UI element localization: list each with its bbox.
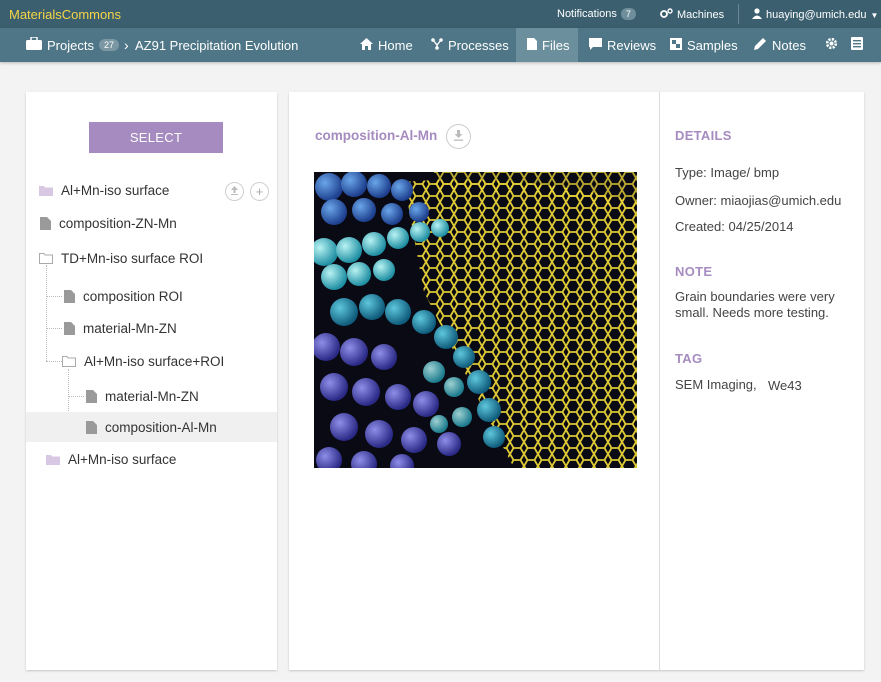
note-text: Grain boundaries were very small. Needs … (675, 289, 835, 320)
fork-icon (431, 37, 443, 53)
file-tree-panel: SELECT Al+Mn-iso surface + composition-Z… (26, 92, 277, 670)
top-divider (738, 4, 739, 24)
panel-divider (659, 92, 660, 670)
machines-link[interactable]: Machines (660, 8, 724, 22)
note-heading: NOTE (675, 264, 713, 279)
brand-logo[interactable]: MaterialsCommons (9, 7, 121, 22)
user-email: huaying@umich.edu (766, 9, 867, 21)
tree-item-file[interactable]: material-Mn-ZN (26, 313, 277, 343)
user-menu[interactable]: huaying@umich.edu ▼ (752, 8, 878, 22)
tree-item-file-selected[interactable]: composition-Al-Mn (26, 412, 277, 442)
pencil-icon (754, 37, 767, 53)
notifications-label: Notifications (557, 8, 617, 20)
nav-home-label: Home (378, 37, 413, 53)
details-heading: DETAILS (675, 128, 732, 143)
nav-files[interactable]: Files (516, 28, 578, 62)
top-bar: MaterialsCommons Notifications 7 Machine… (0, 0, 881, 28)
file-image (314, 172, 637, 468)
nav-processes-label: Processes (448, 37, 509, 53)
file-title: composition-Al-Mn (315, 128, 438, 143)
gears-icon (660, 8, 673, 22)
projects-link[interactable]: Projects 27 › (26, 28, 129, 62)
tree-item-file[interactable]: composition-ZN-Mn (26, 208, 277, 238)
tree-item-label: TD+Mn-iso surface ROI (61, 250, 204, 266)
nav-files-label: Files (542, 37, 570, 53)
nav-reviews-label: Reviews (607, 37, 657, 53)
nav-samples[interactable]: Samples (670, 28, 738, 62)
user-icon (752, 8, 762, 22)
tag-item[interactable]: We43 (768, 378, 802, 393)
file-icon (86, 420, 97, 434)
briefcase-icon (26, 36, 42, 53)
file-icon (64, 321, 75, 335)
notifications-link[interactable]: Notifications 7 (557, 8, 636, 20)
tree-item-label: composition-Al-Mn (105, 419, 217, 435)
home-icon (360, 37, 373, 53)
file-type: Type: Image/ bmp (675, 165, 780, 180)
tree-item-label: composition-ZN-Mn (59, 215, 177, 231)
tree-item-label: material-Mn-ZN (105, 388, 199, 404)
tree-item-folder[interactable]: TD+Mn-iso surface ROI (26, 243, 277, 273)
comment-icon (589, 37, 602, 53)
tree-item-file[interactable]: material-Mn-ZN (26, 381, 277, 411)
tree-item-file[interactable]: composition ROI (26, 281, 277, 311)
plus-icon: + (255, 184, 264, 199)
cube-icon (670, 37, 682, 53)
gear-icon (825, 37, 838, 53)
download-button[interactable] (446, 124, 471, 149)
list-menu-button[interactable] (851, 28, 863, 62)
upload-button[interactable] (225, 182, 244, 201)
projects-count-badge: 27 (98, 39, 119, 51)
file-icon (86, 389, 97, 403)
machines-label: Machines (677, 9, 725, 21)
file-icon (64, 289, 75, 303)
tree-item-label: material-Mn-ZN (83, 320, 177, 336)
breadcrumb-project[interactable]: AZ91 Precipitation Evolution (135, 28, 298, 62)
folder-open-icon (62, 355, 76, 367)
folder-icon (46, 454, 60, 465)
download-icon (453, 128, 464, 146)
list-icon (851, 37, 863, 53)
folder-open-icon (39, 252, 53, 264)
nav-home[interactable]: Home (360, 28, 413, 62)
nav-samples-label: Samples (687, 37, 738, 53)
nav-notes[interactable]: Notes (754, 28, 806, 62)
file-icon (40, 216, 51, 230)
settings-button[interactable] (825, 28, 838, 62)
tree-item-label: Al+Mn-iso surface+ROI (84, 353, 225, 369)
select-button[interactable]: SELECT (89, 122, 223, 153)
file-owner: Owner: miaojias@umich.edu (675, 193, 842, 208)
tree-item-label: Al+Mn-iso surface (68, 451, 177, 467)
tree-item-folder[interactable]: Al+Mn-iso surface+ROI (26, 346, 277, 376)
file-created: Created: 04/25/2014 (675, 219, 794, 234)
tree-item-label: Al+Mn-iso surface (61, 182, 170, 198)
notifications-count-badge: 7 (620, 8, 636, 20)
folder-icon (39, 185, 53, 196)
add-button[interactable]: + (250, 182, 269, 201)
nav-reviews[interactable]: Reviews (589, 28, 656, 62)
tag-item[interactable]: SEM Imaging, (675, 377, 757, 392)
nav-notes-label: Notes (772, 37, 806, 53)
tag-heading: TAG (675, 351, 703, 366)
upload-icon (230, 185, 239, 198)
file-icon (527, 37, 537, 53)
nav-bar: Projects 27 › AZ91 Precipitation Evoluti… (0, 28, 881, 62)
nav-processes[interactable]: Processes (431, 28, 509, 62)
caret-down-icon: ▼ (870, 10, 879, 20)
tree-item-folder[interactable]: Al+Mn-iso surface (26, 444, 277, 474)
projects-label: Projects (47, 37, 94, 53)
chevron-right-icon: › (123, 37, 129, 53)
tree-item-label: composition ROI (83, 288, 183, 304)
